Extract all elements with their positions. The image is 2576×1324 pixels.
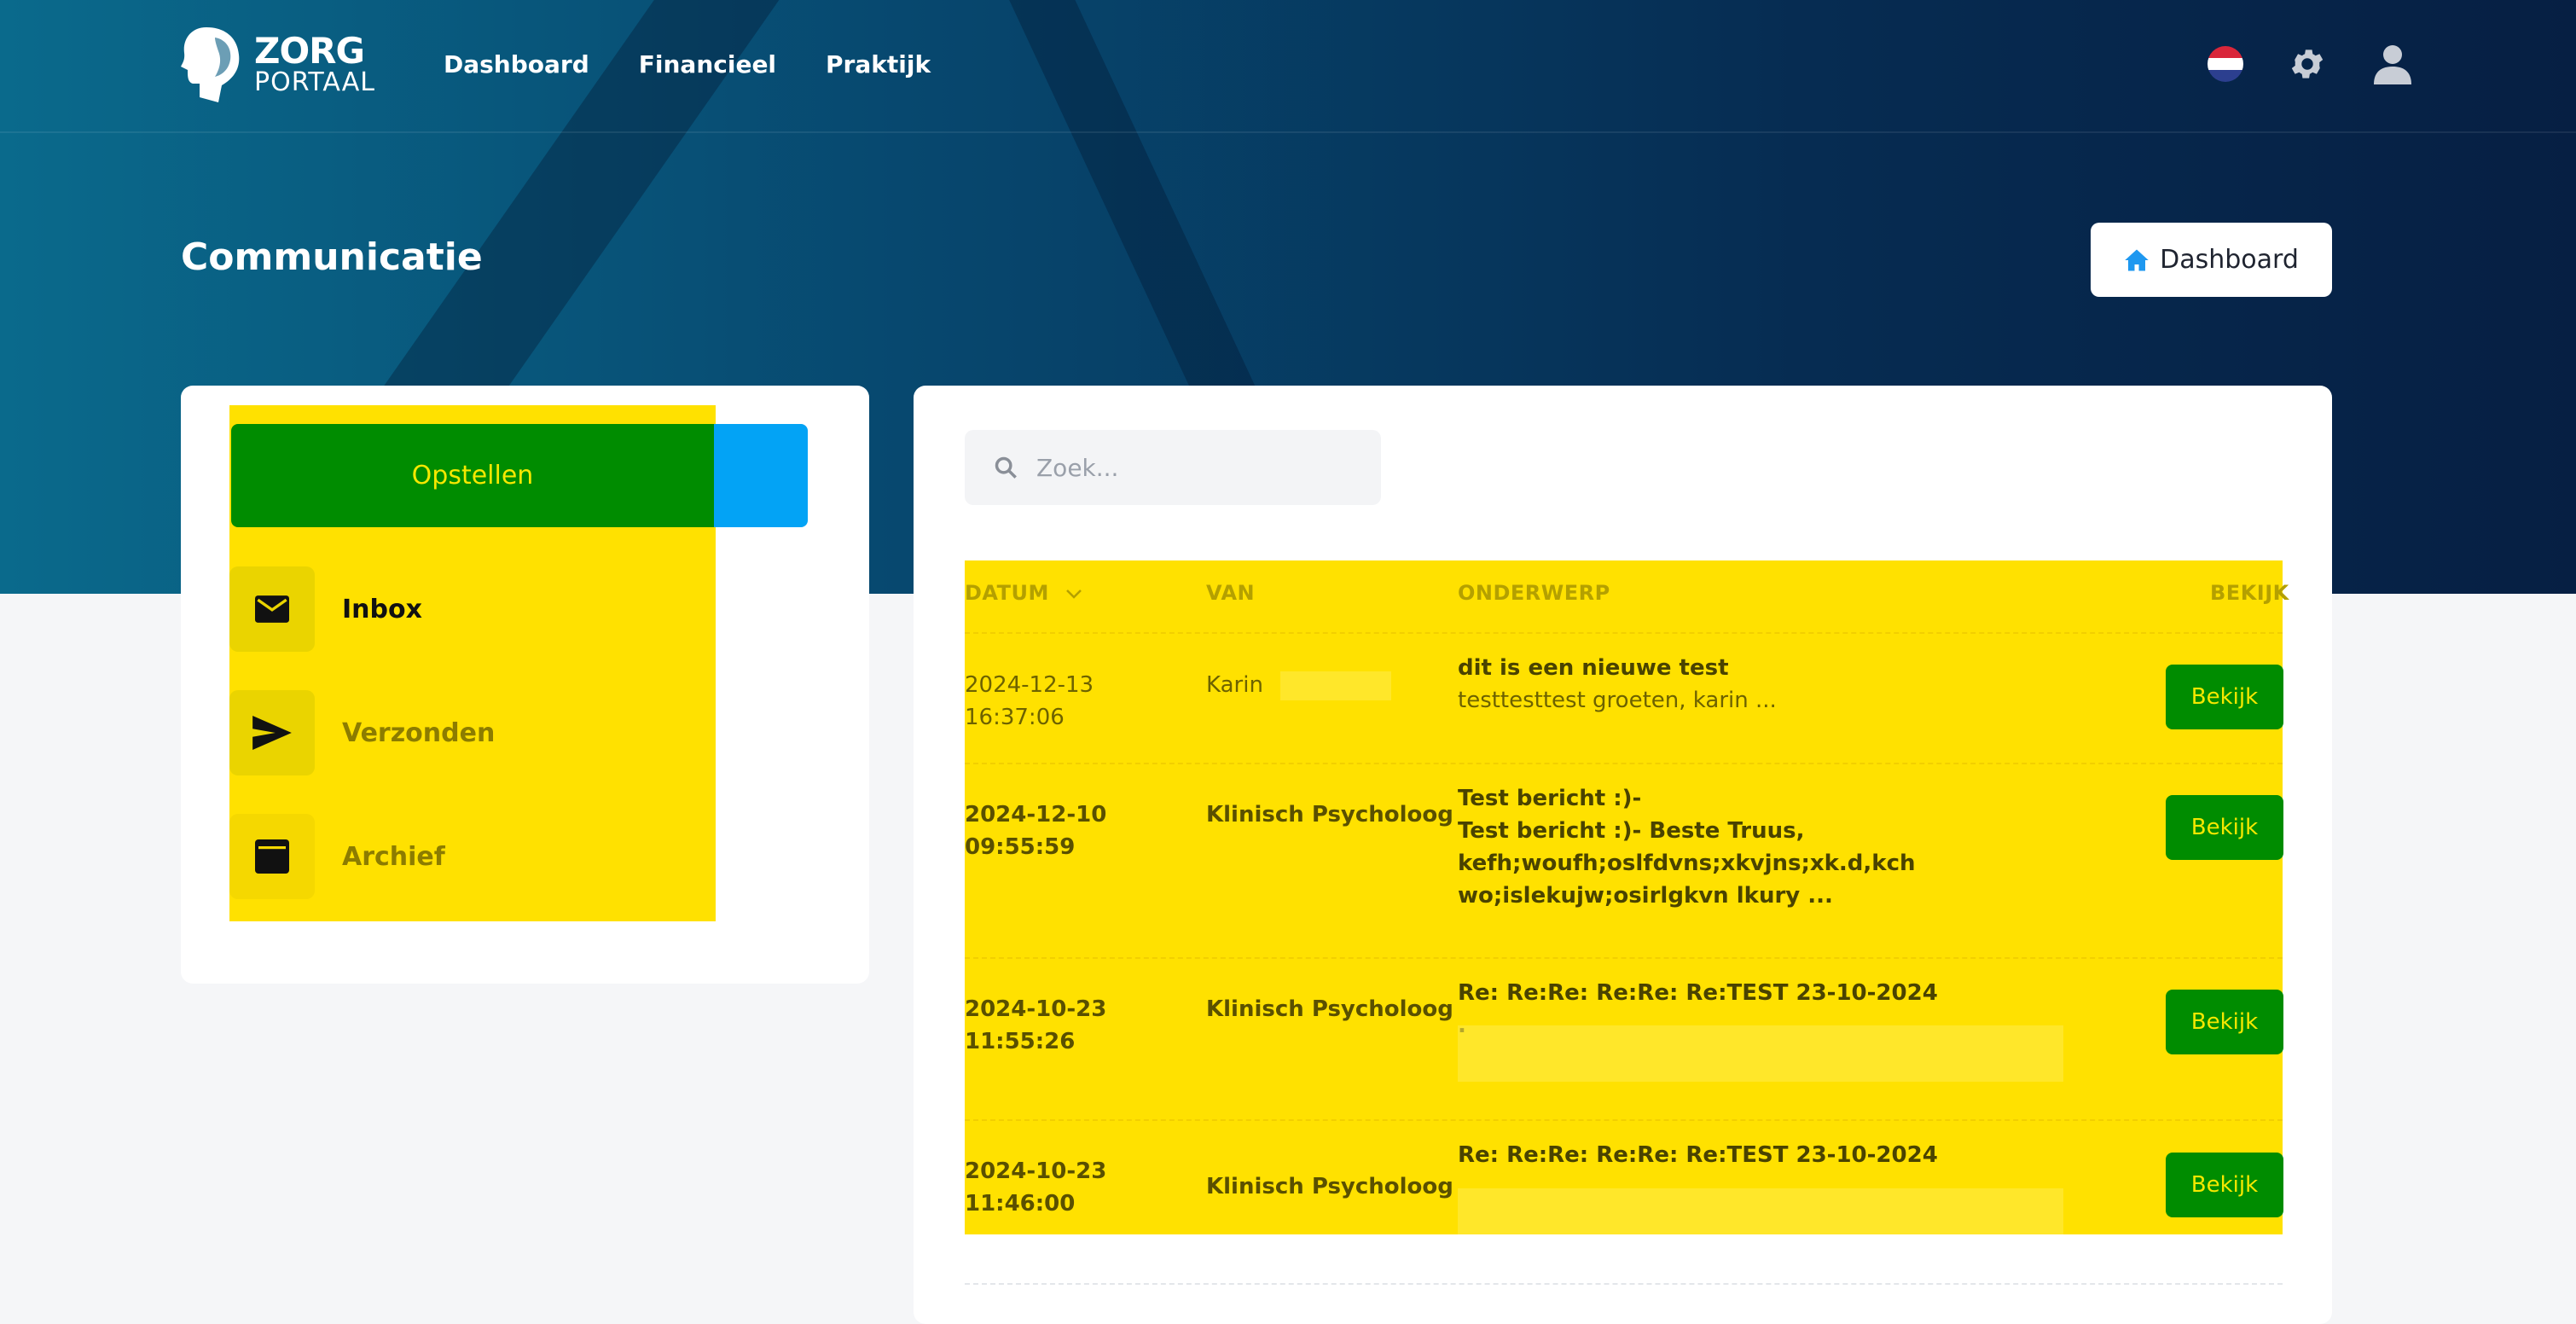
search-input[interactable]: [1035, 452, 1379, 483]
head-silhouette-icon: [181, 27, 240, 102]
nav-financieel[interactable]: Financieel: [639, 48, 776, 82]
column-header-view: BEKIJK: [2210, 581, 2289, 605]
message-date: 2024-10-23 11:46:00: [965, 1158, 1107, 1217]
subject-title: Test bericht :)-: [1458, 786, 1642, 811]
message-subject[interactable]: dit is een nieuwe test testtesttest groe…: [1458, 652, 2106, 717]
redaction-bar: [1280, 671, 1391, 700]
folder-verzonden[interactable]: Verzonden: [229, 690, 707, 775]
envelope-icon: [229, 566, 315, 652]
main-nav: Dashboard Financieel Praktijk: [444, 48, 931, 82]
subject-title: Re: Re:Re: Re:Re: Re:TEST 23-10-2024: [1458, 980, 1938, 1006]
dutch-flag-icon[interactable]: [2208, 46, 2243, 82]
brand-name-line2: PORTAAL: [254, 67, 375, 97]
chevron-down-icon: [1065, 589, 1082, 599]
message-from: Karin: [1206, 672, 1263, 698]
message-table: DATUM VAN ONDERWERP BEKIJK 2024-12-13 16…: [965, 560, 2289, 1234]
brand-name-line1: ZORG: [254, 30, 365, 72]
user-icon[interactable]: [2371, 43, 2414, 85]
subject-preview: testtesttest groeten, karin ...: [1458, 688, 1777, 713]
message-date: 2024-10-23 11:55:26: [965, 996, 1107, 1054]
page-title: Communicatie: [181, 235, 483, 279]
nav-praktijk[interactable]: Praktijk: [826, 48, 931, 82]
nav-dashboard[interactable]: Dashboard: [444, 48, 589, 82]
view-button[interactable]: Bekijk: [2166, 990, 2283, 1054]
message-from: Klinisch Psycholoog: [1206, 996, 1453, 1022]
row-divider: [965, 957, 2283, 959]
row-divider: [965, 763, 2283, 764]
compose-button[interactable]: Opstellen: [231, 424, 714, 527]
message-from: Klinisch Psycholoog: [1206, 802, 1453, 828]
compose-button-edge[interactable]: [710, 424, 808, 527]
folder-inbox[interactable]: Inbox: [229, 566, 707, 652]
column-header-subject: ONDERWERP: [1458, 581, 1610, 605]
row-divider: [965, 632, 2283, 634]
top-actions: [2208, 43, 2414, 85]
gear-icon[interactable]: [2286, 43, 2329, 85]
row-divider: [965, 1283, 2283, 1285]
folder-archief[interactable]: Archief: [229, 814, 707, 899]
dashboard-button-label: Dashboard: [2160, 245, 2299, 275]
message-panel: DATUM VAN ONDERWERP BEKIJK 2024-12-13 16…: [914, 386, 2332, 1324]
message-date: 2024-12-10 09:55:59: [965, 802, 1107, 860]
column-header-date[interactable]: DATUM: [965, 581, 1082, 605]
subject-title: dit is een nieuwe test: [1458, 655, 1729, 681]
column-header-from: VAN: [1206, 581, 1256, 605]
subject-preview: Test bericht :)- Beste Truus, kefh;woufh…: [1458, 818, 1916, 909]
folder-label: Verzonden: [342, 717, 496, 748]
nav-divider: [0, 131, 2576, 133]
archive-icon: [229, 814, 315, 899]
search-icon: [995, 456, 1017, 479]
view-button[interactable]: Bekijk: [2166, 1153, 2283, 1217]
message-subject[interactable]: Test bericht :)- Test bericht :)- Beste …: [1458, 782, 2106, 912]
row-divider: [965, 1119, 2283, 1121]
folder-label: Archief: [342, 841, 445, 872]
redaction-bar: [1458, 1025, 2063, 1082]
search-box[interactable]: [965, 430, 1381, 505]
home-icon: [2125, 249, 2149, 270]
message-subject[interactable]: Re: Re:Re: Re:Re: Re:TEST 23-10-2024: [1458, 1139, 2106, 1171]
folder-label: Inbox: [342, 594, 422, 624]
redaction-bar: [1458, 1188, 2063, 1234]
message-date: 2024-12-13 16:37:06: [965, 672, 1094, 730]
dashboard-button[interactable]: Dashboard: [2091, 223, 2332, 297]
header-label: DATUM: [965, 581, 1049, 605]
send-icon: [229, 690, 315, 775]
folder-panel: Opstellen Inbox Verzonden Archief: [181, 386, 869, 984]
message-from: Klinisch Psycholoog: [1206, 1174, 1453, 1199]
view-button[interactable]: Bekijk: [2166, 795, 2283, 860]
view-button[interactable]: Bekijk: [2166, 665, 2283, 729]
subject-title: Re: Re:Re: Re:Re: Re:TEST 23-10-2024: [1458, 1142, 1938, 1168]
brand-logo[interactable]: ZORG PORTAAL: [181, 26, 377, 102]
